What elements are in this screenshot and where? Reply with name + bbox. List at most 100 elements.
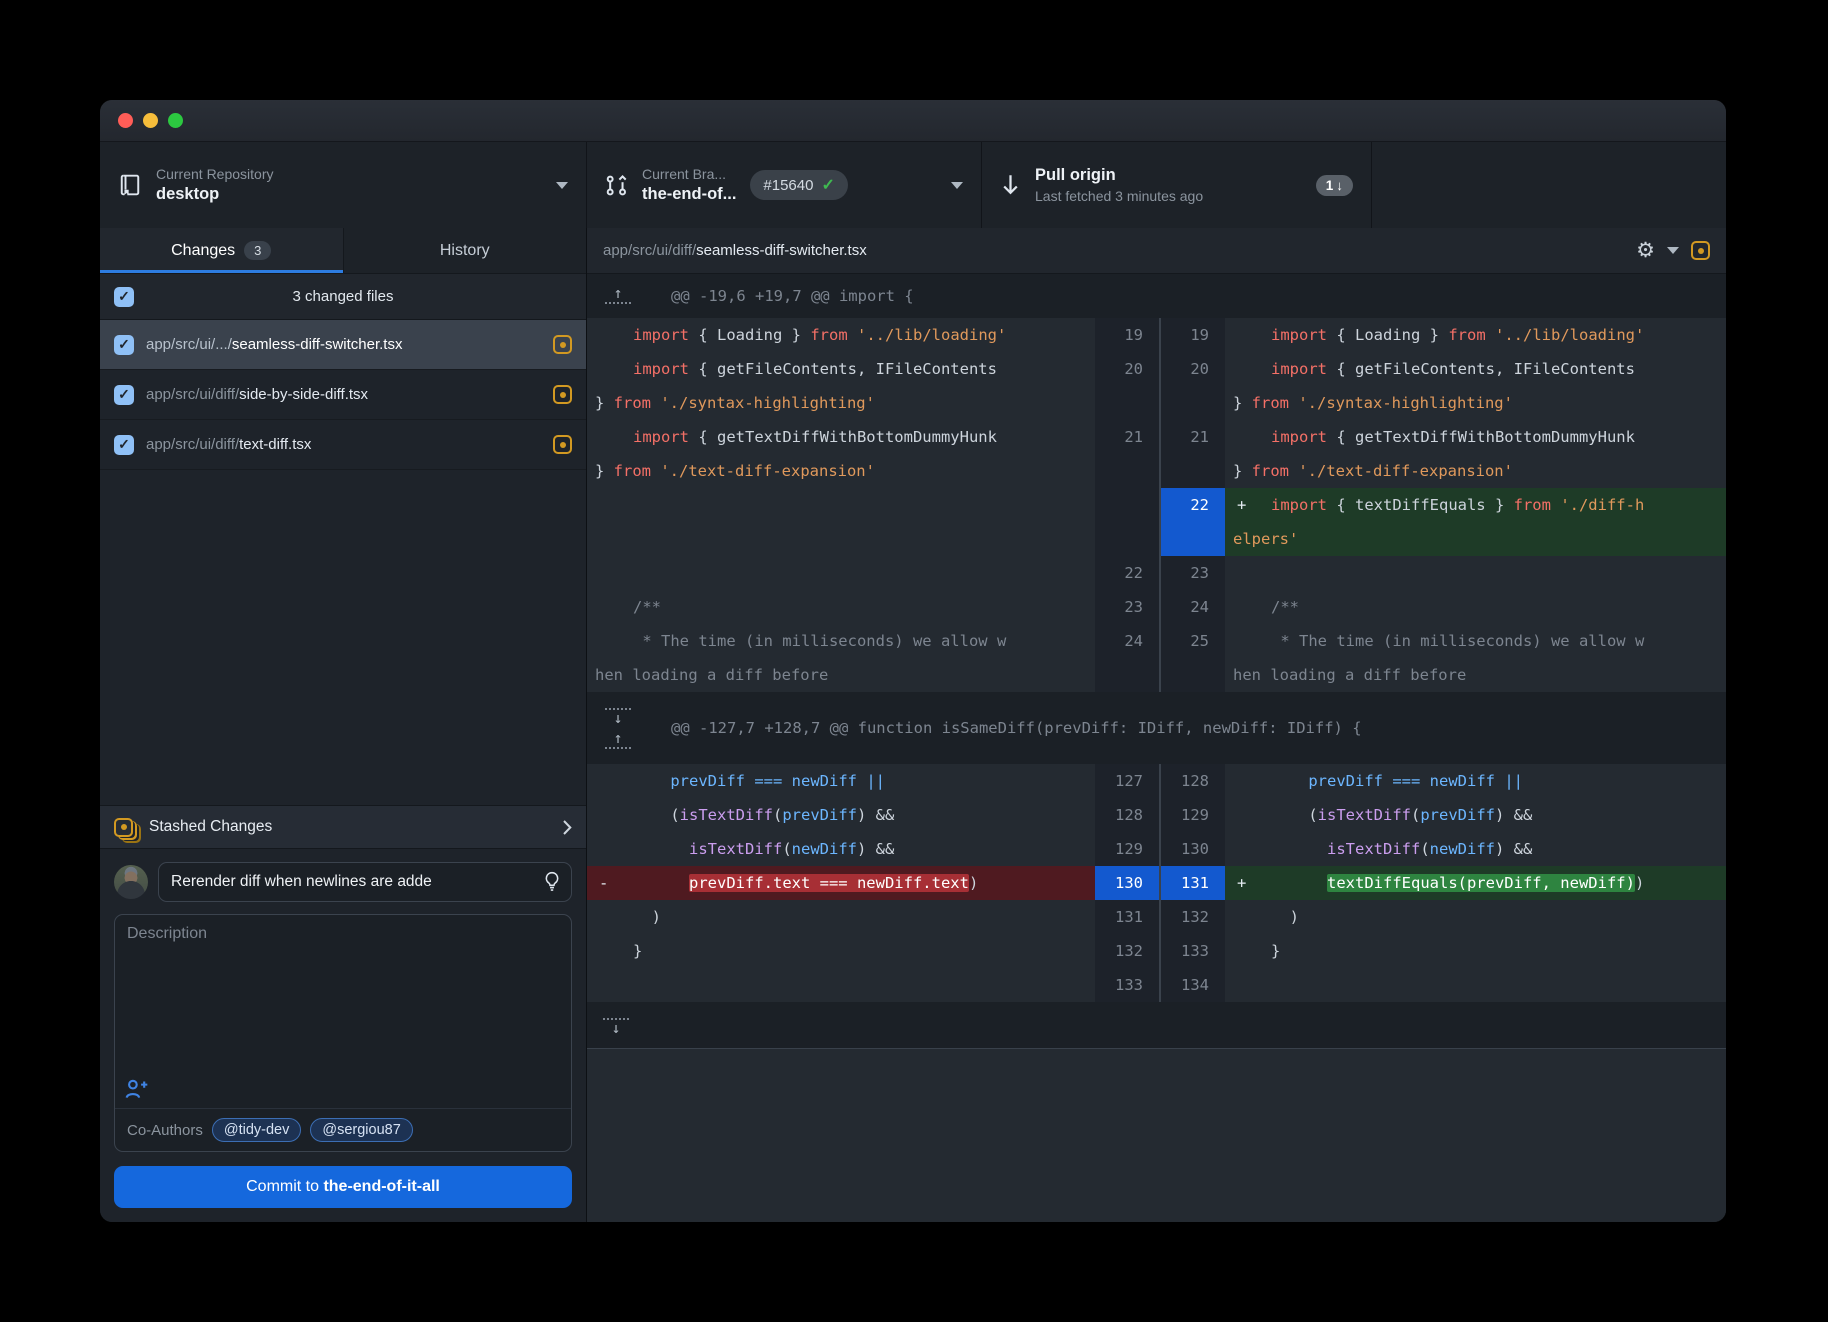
- diff-row: 133134: [587, 968, 1726, 1002]
- commit-button-prefix: Commit to: [246, 1178, 323, 1195]
- diff-code-line: isTextDiff(newDiff) &&: [1225, 832, 1726, 866]
- pull-title: Pull origin: [1035, 166, 1203, 185]
- chevron-right-icon: [562, 819, 572, 836]
- diff-code-line: import { getFileContents, IFileContents: [587, 352, 1095, 386]
- coauthor-pill[interactable]: @sergiou87: [310, 1118, 412, 1142]
- new-line-number: 133: [1159, 934, 1225, 968]
- new-line-number: 19: [1159, 318, 1225, 352]
- modified-file-icon: [1691, 241, 1710, 260]
- diff-row: import { Loading } from '../lib/loading'…: [587, 318, 1726, 352]
- diff-row: hen loading a diff beforehen loading a d…: [587, 658, 1726, 692]
- commit-description-input[interactable]: [115, 915, 571, 1076]
- check-icon: ✓: [821, 175, 834, 195]
- diff-code-line: }: [1225, 934, 1726, 968]
- file-row-text-diff[interactable]: app/src/ui/diff/text-diff.tsx: [100, 420, 586, 470]
- commit-summary-input[interactable]: [171, 873, 543, 891]
- changes-count-badge: 3: [244, 241, 271, 260]
- gear-icon[interactable]: ⚙: [1636, 240, 1655, 261]
- old-line-number: 24: [1095, 624, 1159, 658]
- diff-code-line: [587, 556, 1095, 590]
- new-line-number: 21: [1159, 420, 1225, 454]
- diff-code-line: } from './syntax-highlighting': [1225, 386, 1726, 420]
- diff-code-line: import { getTextDiffWithBottomDummyHunk: [1225, 420, 1726, 454]
- diff-code-line: [587, 488, 1095, 522]
- expand-up-icon[interactable]: ↑: [603, 732, 633, 751]
- old-line-number: [1095, 386, 1159, 420]
- diff-code-line: /**: [1225, 590, 1726, 624]
- branch-name: the-end-of...: [642, 185, 736, 204]
- new-line-number: [1159, 386, 1225, 420]
- diff-code-line: [587, 522, 1095, 556]
- changed-files-header: 3 changed files: [100, 274, 586, 320]
- file-checkbox[interactable]: [114, 435, 134, 455]
- changes-history-tabs: Changes 3 History: [100, 228, 586, 274]
- current-repository-button[interactable]: Current Repository desktop: [100, 142, 587, 228]
- zoom-window-button[interactable]: [168, 113, 183, 128]
- current-branch-button[interactable]: Current Bra... the-end-of... #15640 ✓: [587, 142, 982, 228]
- new-line-number: 20: [1159, 352, 1225, 386]
- old-line-number: 130: [1095, 866, 1159, 900]
- tab-history-label: History: [440, 242, 490, 260]
- minimize-window-button[interactable]: [143, 113, 158, 128]
- chevron-down-icon[interactable]: [1667, 247, 1679, 254]
- old-line-number: 22: [1095, 556, 1159, 590]
- file-row-side-by-side-diff[interactable]: app/src/ui/diff/side-by-side-diff.tsx: [100, 370, 586, 420]
- new-line-number: [1159, 522, 1225, 556]
- select-all-checkbox[interactable]: [114, 287, 134, 307]
- arrow-down-icon: [1000, 173, 1021, 197]
- new-line-number: 131: [1159, 866, 1225, 900]
- diff-code-line: } from './syntax-highlighting': [587, 386, 1095, 420]
- diff-row: prevDiff === newDiff ||127128 prevDiff =…: [587, 764, 1726, 798]
- diff-code-line: ): [1225, 900, 1726, 934]
- file-list-empty-space: [100, 470, 586, 805]
- old-line-number: 133: [1095, 968, 1159, 1002]
- expand-down-row: ↓: [587, 1002, 1726, 1048]
- file-checkbox[interactable]: [114, 335, 134, 355]
- diff-row: 2223: [587, 556, 1726, 590]
- coauthors-row: Co-Authors @tidy-dev @sergiou87: [115, 1108, 571, 1151]
- sidebar: Changes 3 History 3 changed files app/sr…: [100, 228, 587, 1222]
- changed-files-count: 3 changed files: [293, 288, 394, 305]
- new-line-number: 128: [1159, 764, 1225, 798]
- diff-row: (isTextDiff(prevDiff) &&128129 (isTextDi…: [587, 798, 1726, 832]
- file-checkbox[interactable]: [114, 385, 134, 405]
- old-line-number: [1095, 454, 1159, 488]
- pr-status-badge[interactable]: #15640 ✓: [750, 170, 847, 200]
- pr-number: #15640: [763, 177, 813, 194]
- diff-code-line: /**: [587, 590, 1095, 624]
- diff-code-line: }: [587, 934, 1095, 968]
- add-coauthor-icon[interactable]: [125, 1078, 561, 1100]
- expand-down-icon[interactable]: ↓: [603, 706, 633, 725]
- pull-subtitle: Last fetched 3 minutes ago: [1035, 188, 1203, 204]
- diff-code-line: prevDiff === newDiff ||: [587, 764, 1095, 798]
- diff-code-line: import { Loading } from '../lib/loading': [1225, 318, 1726, 352]
- diff-row: isTextDiff(newDiff) &&129130 isTextDiff(…: [587, 832, 1726, 866]
- diff-code-line: import { Loading } from '../lib/loading': [587, 318, 1095, 352]
- arrow-down-icon: ↓: [1336, 178, 1343, 193]
- old-line-number: 129: [1095, 832, 1159, 866]
- diff-code-line: [1225, 556, 1726, 590]
- tab-changes[interactable]: Changes 3: [100, 228, 343, 273]
- diff-row: - prevDiff.text === newDiff.text)130131+…: [587, 866, 1726, 900]
- diff-code-line: prevDiff === newDiff ||: [1225, 764, 1726, 798]
- commit-form: Co-Authors @tidy-dev @sergiou87 Commit t…: [100, 849, 586, 1222]
- coauthor-pill[interactable]: @tidy-dev: [212, 1118, 302, 1142]
- old-line-number: [1095, 658, 1159, 692]
- file-path-prefix: app/src/ui/diff/: [146, 386, 239, 403]
- tab-history[interactable]: History: [343, 228, 587, 273]
- stashed-changes-row[interactable]: Stashed Changes: [100, 805, 586, 849]
- lightbulb-icon[interactable]: [543, 871, 561, 893]
- expand-up-icon[interactable]: ↑: [603, 287, 633, 306]
- old-line-number: 19: [1095, 318, 1159, 352]
- diff-code-line: hen loading a diff before: [1225, 658, 1726, 692]
- diff-row: import { getTextDiffWithBottomDummyHunk2…: [587, 420, 1726, 454]
- file-row-seamless-diff-switcher[interactable]: app/src/ui/.../seamless-diff-switcher.ts…: [100, 320, 586, 370]
- diff-row: )131132 ): [587, 900, 1726, 934]
- commit-button[interactable]: Commit to the-end-of-it-all: [114, 1166, 572, 1208]
- pull-origin-button[interactable]: Pull origin Last fetched 3 minutes ago 1…: [982, 142, 1372, 228]
- expand-down-icon[interactable]: ↓: [601, 1016, 631, 1035]
- close-window-button[interactable]: [118, 113, 133, 128]
- diff-row: } from './text-diff-expansion'} from './…: [587, 454, 1726, 488]
- diff-code-line: import { getTextDiffWithBottomDummyHunk: [587, 420, 1095, 454]
- old-line-number: 127: [1095, 764, 1159, 798]
